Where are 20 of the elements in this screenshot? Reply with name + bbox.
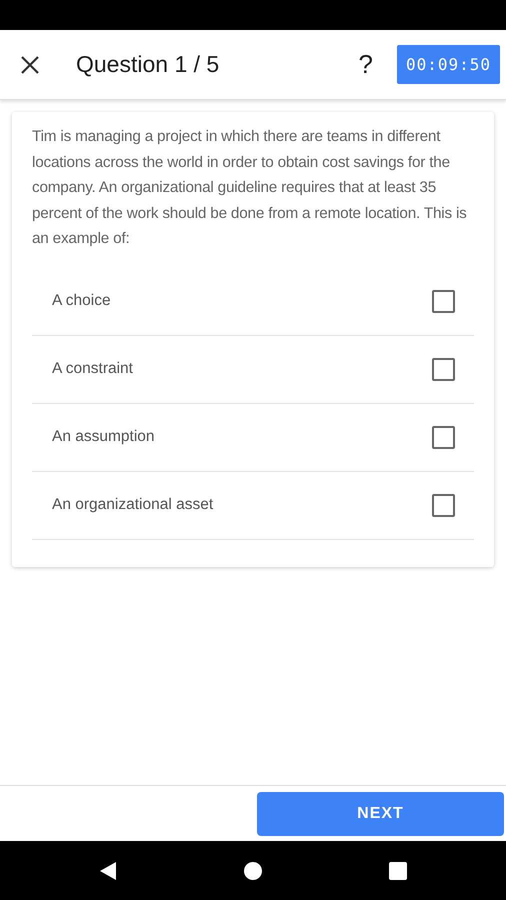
help-button[interactable]: ? — [350, 45, 381, 84]
option-label: An organizational asset — [52, 496, 214, 514]
option-label: An assumption — [52, 428, 155, 446]
timer: 00:09:50 — [396, 45, 500, 84]
option-label: A choice — [52, 292, 111, 310]
home-icon[interactable] — [243, 860, 263, 880]
checkbox[interactable] — [432, 494, 455, 516]
answer-option[interactable]: An organizational asset — [32, 472, 474, 540]
answer-option[interactable]: A constraint — [32, 336, 474, 404]
next-button[interactable]: NEXT — [257, 792, 504, 836]
answer-option[interactable]: A choice — [32, 268, 474, 336]
checkbox[interactable] — [432, 290, 455, 312]
back-icon[interactable] — [99, 860, 117, 880]
question-text: Tim is managing a project in which there are teams in different locations across the world in order to obtain cost savings for the company. An organizational guideline requires that at least 35 percent of the work should be done from a remote location. This is an example of: — [32, 127, 468, 249]
option-label: A constraint — [52, 360, 133, 378]
recents-icon[interactable] — [389, 862, 407, 880]
answer-option[interactable]: An assumption — [32, 404, 474, 472]
checkbox[interactable] — [432, 358, 455, 380]
checkbox[interactable] — [432, 426, 455, 448]
question-counter: Question 1 / 5 — [76, 51, 220, 78]
